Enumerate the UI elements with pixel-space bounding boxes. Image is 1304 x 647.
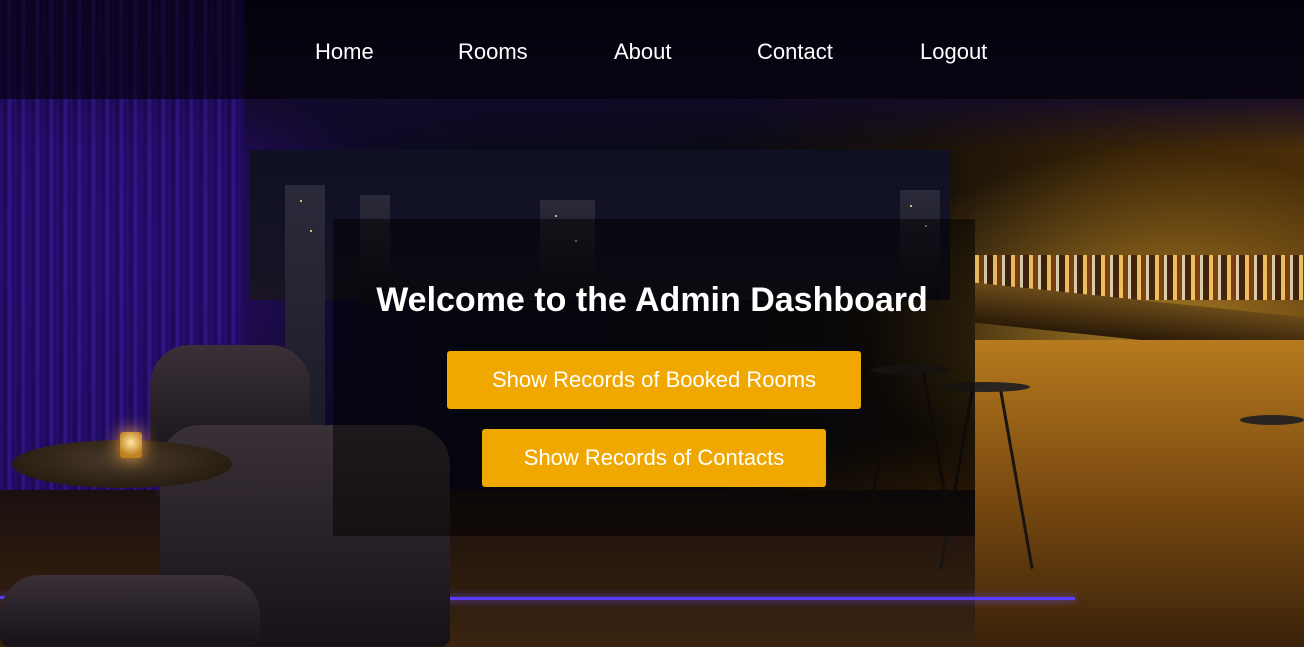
bar-stool (1240, 415, 1304, 425)
top-nav: Home Rooms About Contact Logout (0, 0, 1304, 99)
page-title: Welcome to the Admin Dashboard (376, 281, 928, 319)
show-contacts-button[interactable]: Show Records of Contacts (482, 429, 826, 487)
nav-home-link[interactable]: Home (315, 38, 374, 66)
candle (120, 432, 142, 458)
nav-rooms-link[interactable]: Rooms (458, 38, 528, 66)
nav-logout-link[interactable]: Logout (920, 38, 987, 66)
nav-contact-link[interactable]: Contact (757, 38, 833, 66)
show-booked-rooms-button[interactable]: Show Records of Booked Rooms (447, 351, 861, 409)
city-light (310, 230, 312, 232)
neon-strip (425, 597, 1075, 600)
lounge-chair (0, 575, 260, 647)
city-light (555, 215, 557, 217)
city-light (910, 205, 912, 207)
nav-about-link[interactable]: About (614, 38, 672, 66)
city-light (300, 200, 302, 202)
